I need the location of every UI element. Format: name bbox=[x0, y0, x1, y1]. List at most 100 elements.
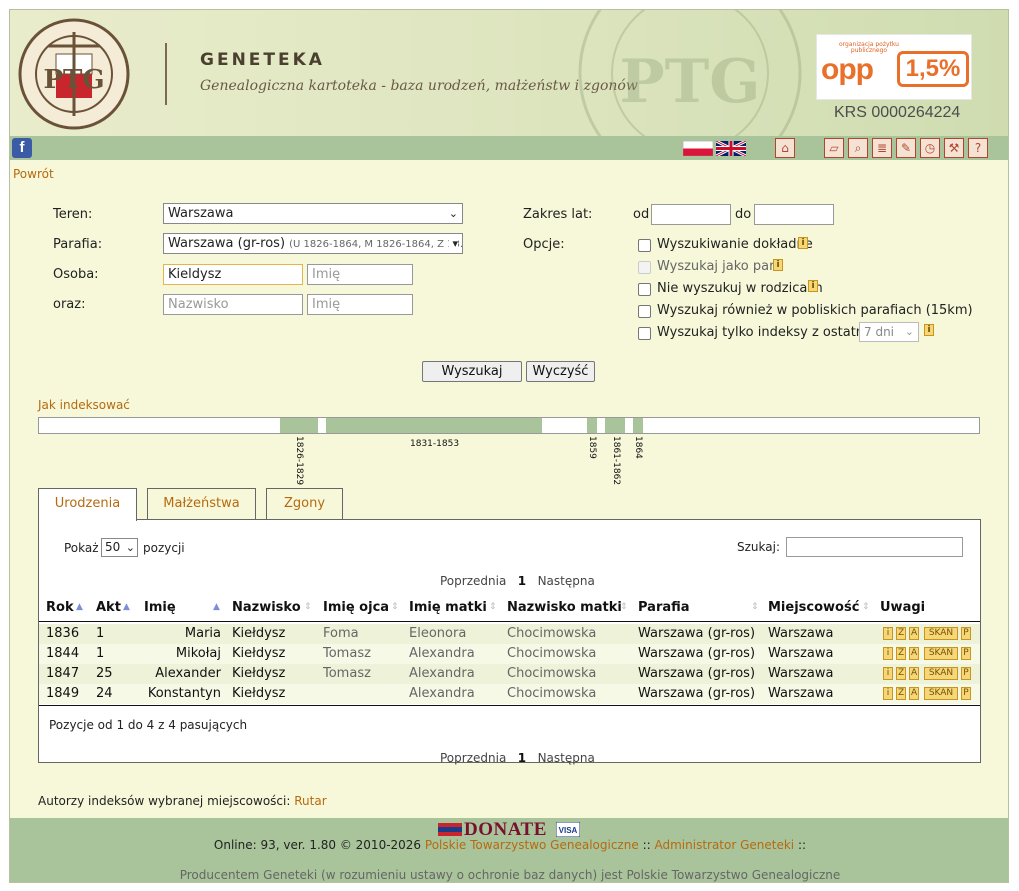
a-badge[interactable]: A bbox=[909, 627, 919, 640]
pair-search-checkbox[interactable] bbox=[638, 261, 651, 274]
info-icon[interactable]: i bbox=[924, 324, 934, 336]
tab-urodzenia[interactable]: Urodzenia bbox=[38, 488, 137, 521]
osoba-surname-input[interactable]: Kieldysz bbox=[163, 264, 303, 285]
scan-badge[interactable]: SKAN bbox=[924, 627, 958, 640]
current-page[interactable]: 1 bbox=[518, 751, 526, 765]
year-from-input[interactable] bbox=[651, 204, 731, 225]
timeline-segment bbox=[280, 418, 318, 433]
info-badge[interactable]: i bbox=[883, 667, 893, 680]
info-badge[interactable]: i bbox=[883, 687, 893, 700]
prev-page-link[interactable]: Poprzednia bbox=[440, 574, 506, 588]
timeline-bar bbox=[38, 417, 980, 434]
cell-rok: 1844 bbox=[46, 646, 80, 661]
a-badge[interactable]: A bbox=[909, 667, 919, 680]
col-imie-ojca[interactable]: Imię ojca bbox=[323, 600, 389, 615]
recent-only-checkbox[interactable] bbox=[638, 327, 651, 340]
scan-badge[interactable]: SKAN bbox=[924, 647, 958, 660]
oraz-surname-input[interactable]: Nazwisko bbox=[163, 294, 303, 315]
authors-label: Autorzy indeksów wybranej miejscowości: bbox=[38, 794, 291, 808]
info-badge[interactable]: i bbox=[883, 627, 893, 640]
scan-badge[interactable]: SKAN bbox=[924, 667, 958, 680]
next-page-link[interactable]: Następna bbox=[538, 574, 595, 588]
info-badge[interactable]: i bbox=[883, 647, 893, 660]
edit-icon[interactable]: ✎ bbox=[896, 138, 916, 158]
p-badge[interactable]: P bbox=[961, 667, 971, 680]
col-miejscowosc[interactable]: Miejscowość bbox=[768, 600, 859, 615]
nearby-parishes-checkbox[interactable] bbox=[638, 305, 651, 318]
scan-badge[interactable]: SKAN bbox=[924, 687, 958, 700]
col-akt[interactable]: Akt bbox=[96, 600, 121, 615]
page-size-select[interactable]: 50 ⌄ bbox=[101, 538, 138, 557]
cell-miejscowosc: Warszawa bbox=[768, 666, 834, 681]
pagination-bottom: Poprzednia 1 Następna bbox=[440, 751, 595, 765]
pair-search-label: Wyszukaj jako para bbox=[657, 259, 783, 274]
search-button[interactable]: Wyszukaj bbox=[422, 361, 522, 382]
days-select[interactable]: 7 dni ⌄ bbox=[859, 322, 919, 342]
exact-search-checkbox[interactable] bbox=[638, 239, 651, 252]
tab-zgony[interactable]: Zgony bbox=[266, 488, 343, 519]
col-nazwisko-matki[interactable]: Nazwisko matki bbox=[507, 600, 622, 615]
col-rok[interactable]: Rok bbox=[46, 600, 74, 615]
tools-icon[interactable]: ⚒ bbox=[944, 138, 964, 158]
author-link[interactable]: Rutar bbox=[294, 794, 326, 808]
admin-link[interactable]: Administrator Geneteki bbox=[654, 838, 794, 852]
z-badge[interactable]: Z bbox=[896, 627, 906, 640]
table-row[interactable]: 1844 1 Mikołaj Kiełdysz Tomasz Alexandra Choci… bbox=[39, 644, 980, 664]
how-to-index-link[interactable]: Jak indeksować bbox=[38, 398, 130, 412]
col-imie[interactable]: Imię bbox=[144, 600, 176, 615]
home-icon[interactable]: ⌂ bbox=[775, 138, 795, 158]
next-page-link[interactable]: Następna bbox=[538, 751, 595, 765]
oraz-label: oraz: bbox=[53, 297, 86, 312]
list-icon[interactable]: ≣ bbox=[872, 138, 892, 158]
osoba-name-input[interactable]: Imię bbox=[307, 264, 413, 285]
show-suffix: pozycji bbox=[143, 541, 185, 555]
opp-banner[interactable]: organizacja pożytku publicznego opp 1,5% bbox=[816, 34, 972, 100]
col-uwagi[interactable]: Uwagi bbox=[880, 600, 925, 615]
info-icon[interactable]: i bbox=[798, 237, 808, 249]
back-link[interactable]: Powrót bbox=[13, 167, 54, 181]
sort-icon: ⇕ bbox=[304, 602, 312, 612]
map-icon[interactable]: ▱ bbox=[824, 138, 844, 158]
chevron-down-icon: ⌄ bbox=[904, 325, 914, 338]
year-to-input[interactable] bbox=[754, 204, 834, 225]
no-parents-label: Nie wyszukuj w rodzicach bbox=[657, 281, 823, 296]
z-badge[interactable]: Z bbox=[896, 647, 906, 660]
prev-page-link[interactable]: Poprzednia bbox=[440, 751, 506, 765]
timeline-label: 1861-1862 bbox=[611, 436, 621, 486]
table-row[interactable]: 1836 1 Maria Kiełdysz Foma Eleonora Chocimowsk… bbox=[39, 624, 980, 644]
info-icon[interactable]: i bbox=[808, 280, 818, 292]
z-badge[interactable]: Z bbox=[896, 687, 906, 700]
ptg-logo[interactable]: PTG bbox=[18, 18, 130, 130]
col-parafia[interactable]: Parafia bbox=[638, 600, 690, 615]
od-label: od bbox=[633, 207, 650, 222]
help-icon[interactable]: ? bbox=[968, 138, 988, 158]
english-flag-icon[interactable] bbox=[716, 141, 746, 156]
search-icon[interactable]: ⌕ bbox=[848, 138, 868, 158]
no-parents-checkbox[interactable] bbox=[638, 283, 651, 296]
table-row[interactable]: 1849 24 Konstantyn Kiełdysz Alexandra Chocimo… bbox=[39, 684, 980, 704]
p-badge[interactable]: P bbox=[961, 647, 971, 660]
parafia-select[interactable]: Warszawa (gr-ros) (U 1826-1864, M 1826-1… bbox=[163, 233, 463, 254]
clock-icon[interactable]: ◷ bbox=[920, 138, 940, 158]
clear-button[interactable]: Wyczyść bbox=[526, 361, 595, 382]
cell-rok: 1847 bbox=[46, 666, 80, 681]
facebook-icon[interactable]: f bbox=[12, 138, 32, 158]
polish-flag-icon[interactable] bbox=[683, 141, 713, 156]
donate-button[interactable]: DONATE VISA bbox=[438, 819, 580, 840]
p-badge[interactable]: P bbox=[961, 627, 971, 640]
table-search-input[interactable] bbox=[786, 537, 963, 557]
p-badge[interactable]: P bbox=[961, 687, 971, 700]
current-page[interactable]: 1 bbox=[518, 574, 526, 588]
table-row[interactable]: 1847 25 Alexander Kiełdysz Tomasz Alexandra Ch… bbox=[39, 664, 980, 684]
teren-select[interactable]: Warszawa ⌄ bbox=[163, 203, 463, 224]
a-badge[interactable]: A bbox=[909, 687, 919, 700]
info-icon[interactable]: i bbox=[773, 259, 783, 271]
tab-malzenstwa[interactable]: Małżeństwa bbox=[147, 488, 256, 519]
col-nazwisko[interactable]: Nazwisko bbox=[232, 600, 301, 615]
a-badge[interactable]: A bbox=[909, 647, 919, 660]
z-badge[interactable]: Z bbox=[896, 667, 906, 680]
col-imie-matki[interactable]: Imię matki bbox=[409, 600, 487, 615]
timeline-label: 1826-1829 bbox=[294, 436, 304, 486]
ptg-link[interactable]: Polskie Towarzystwo Genealogiczne bbox=[425, 838, 639, 852]
oraz-name-input[interactable]: Imię bbox=[307, 294, 413, 315]
